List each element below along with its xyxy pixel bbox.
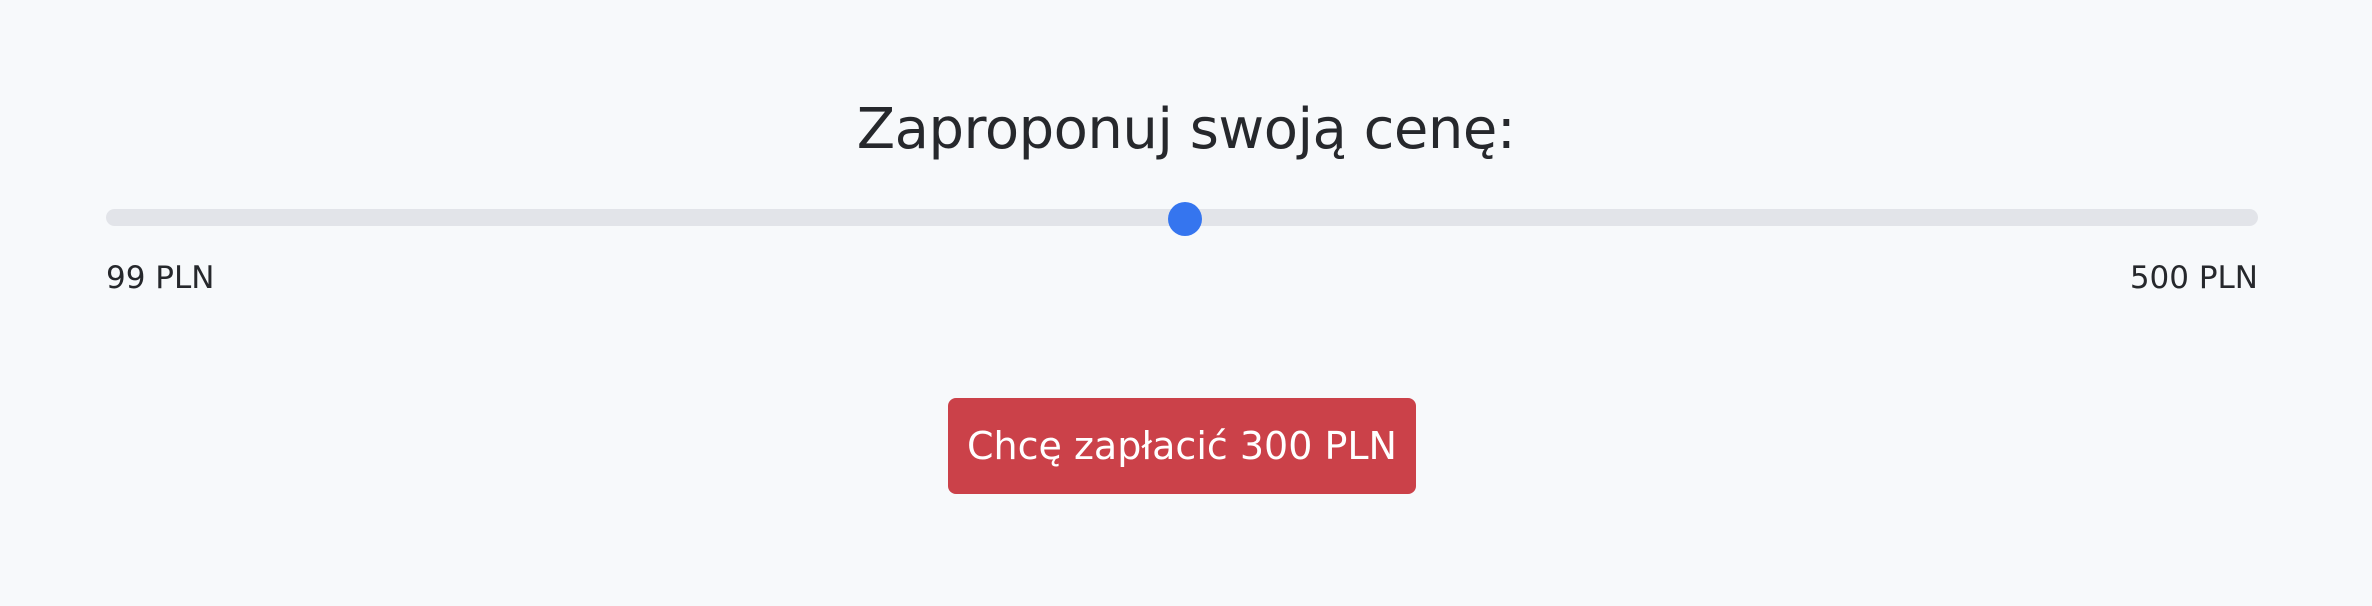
slider-max-label: 500 PLN [2129,260,2258,296]
slider-min-label: 99 PLN [106,260,215,296]
slider-thumb[interactable] [1167,202,1202,236]
price-offer-page: Zaproponuj swoją cenę: 99 PLN 500 PLN Ch… [0,0,2372,606]
page-title: Zaproponuj swoją cenę: [856,97,1516,162]
price-slider[interactable] [106,202,2258,236]
submit-price-button[interactable]: Chcę zapłacić 300 PLN [948,398,1416,494]
